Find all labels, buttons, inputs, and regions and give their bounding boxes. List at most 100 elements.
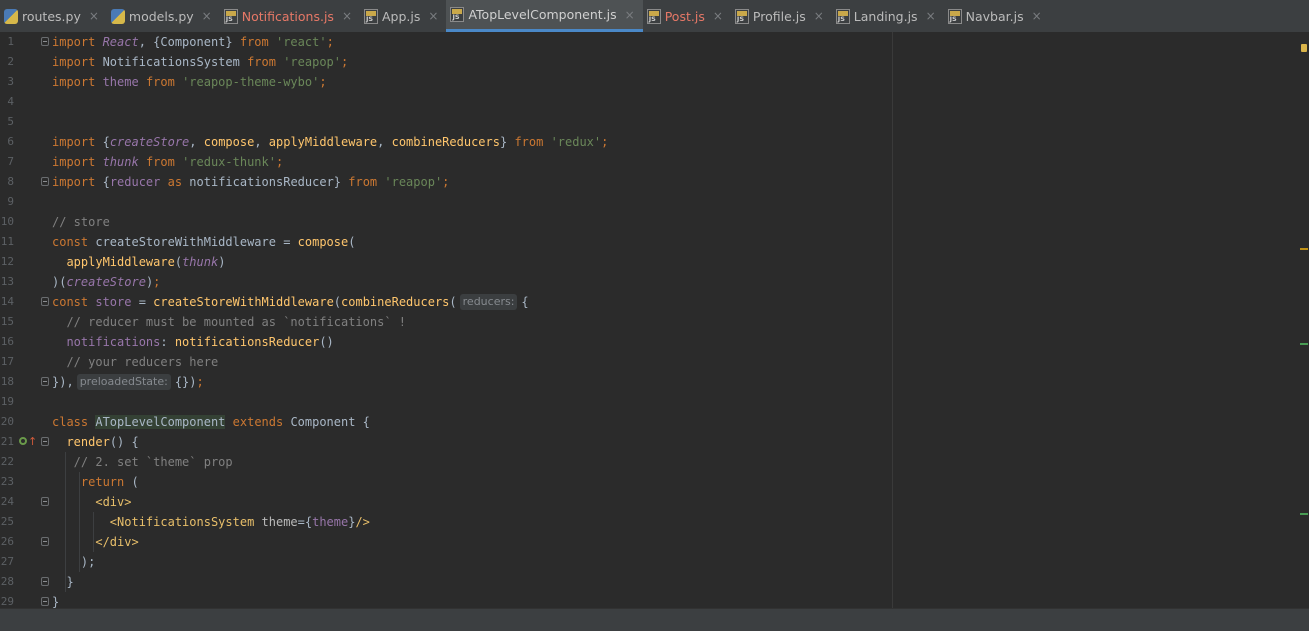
gutter-line[interactable]: 10	[0, 212, 52, 232]
fold-marker-icon[interactable]	[41, 577, 49, 586]
gutter-line[interactable]: 21 ↑	[0, 432, 52, 452]
fold-marker-icon[interactable]	[41, 437, 49, 446]
code-line[interactable]: import React, {Component} from 'react';	[52, 32, 334, 52]
close-icon[interactable]: ×	[625, 8, 635, 22]
inspection-status-icon[interactable]	[1301, 43, 1307, 52]
tab-landing-js[interactable]: Landing.js ×	[832, 0, 944, 32]
go-to-super-arrow-icon[interactable]: ↑	[28, 432, 37, 452]
tab-routes-py[interactable]: routes.py ×	[0, 0, 107, 32]
tab-profile-js[interactable]: Profile.js ×	[731, 0, 832, 32]
code-line[interactable]: const createStoreWithMiddleware = compos…	[52, 232, 355, 252]
code-line[interactable]: <NotificationsSystem theme={theme}/>	[52, 512, 370, 532]
line-number: 28	[0, 575, 14, 588]
gutter-line[interactable]: 28	[0, 572, 52, 592]
code-token: {	[521, 295, 529, 309]
close-icon[interactable]: ×	[342, 9, 352, 23]
code-token: from	[239, 35, 276, 49]
close-icon[interactable]: ×	[428, 9, 438, 23]
tab-app-js[interactable]: App.js ×	[360, 0, 446, 32]
code-token: ;	[196, 375, 204, 389]
code-line[interactable]: }), preloadedState: {});	[52, 372, 204, 392]
gutter-line[interactable]: 11	[0, 232, 52, 252]
tab-post-js[interactable]: Post.js ×	[643, 0, 731, 32]
fold-marker-icon[interactable]	[41, 497, 49, 506]
code-line[interactable]: import theme from 'reapop-theme-wybo';	[52, 72, 327, 92]
close-icon[interactable]: ×	[926, 9, 936, 23]
gutter-line[interactable]: 13	[0, 272, 52, 292]
close-icon[interactable]: ×	[814, 9, 824, 23]
close-icon[interactable]: ×	[1032, 9, 1042, 23]
override-method-icon[interactable]	[19, 437, 27, 445]
code-line[interactable]: // 2. set `theme` prop	[52, 452, 233, 472]
tab-atoplevelcomponent-js[interactable]: ATopLevelComponent.js ×	[446, 0, 643, 32]
close-icon[interactable]: ×	[713, 9, 723, 23]
gutter-line[interactable]: 24	[0, 492, 52, 512]
gutter-line[interactable]: 7	[0, 152, 52, 172]
gutter-line[interactable]: 2	[0, 52, 52, 72]
code-line[interactable]: // store	[52, 212, 110, 232]
fold-marker-icon[interactable]	[41, 537, 49, 546]
python-file-icon	[4, 8, 18, 24]
gutter-line[interactable]: 3	[0, 72, 52, 92]
tab-navbar-js[interactable]: Navbar.js ×	[944, 0, 1050, 32]
js-file-icon	[734, 8, 749, 24]
code-line[interactable]: applyMiddleware(thunk)	[52, 252, 225, 272]
code-token: ,	[254, 135, 269, 149]
gutter-line[interactable]: 5	[0, 112, 52, 132]
close-icon[interactable]: ×	[202, 9, 212, 23]
js-file-icon	[835, 8, 850, 24]
code-token: }	[52, 595, 60, 609]
code-token: </div>	[95, 535, 139, 549]
error-stripe-marker[interactable]	[1300, 248, 1308, 250]
gutter-line[interactable]: 17	[0, 352, 52, 372]
gutter-line[interactable]: 6	[0, 132, 52, 152]
code-line[interactable]: import {reducer as notificationsReducer}…	[52, 172, 449, 192]
gutter-line[interactable]: 26	[0, 532, 52, 552]
gutter-line[interactable]: 14	[0, 292, 52, 312]
gutter-line[interactable]: 15	[0, 312, 52, 332]
line-gutter[interactable]: 1 2 3 4 5 6 7 8 9 10 11 12 13 14 15 16 17 18 19 20 21 ↑ 22 23 24…	[0, 32, 52, 608]
gutter-line[interactable]: 9	[0, 192, 52, 212]
fold-marker-icon[interactable]	[41, 177, 49, 186]
gutter-line[interactable]: 19	[0, 392, 52, 412]
code-line[interactable]: notifications: notificationsReducer()	[52, 332, 333, 352]
code-area[interactable]: import React, {Component} from 'react'; i…	[52, 32, 892, 609]
fold-marker-icon[interactable]	[41, 297, 49, 306]
gutter-line[interactable]: 1	[0, 32, 52, 52]
code-line[interactable]: }	[52, 572, 73, 592]
fold-marker-icon[interactable]	[41, 377, 49, 386]
code-token: 'react'	[275, 35, 327, 49]
code-line[interactable]: import {createStore, compose, applyMiddl…	[52, 132, 608, 152]
error-stripe-marker[interactable]	[1300, 343, 1308, 346]
tab-notifications-js[interactable]: Notifications.js ×	[220, 0, 360, 32]
code-line[interactable]: )(createStore);	[52, 272, 160, 292]
fold-marker-icon[interactable]	[41, 597, 49, 606]
error-stripe-marker[interactable]	[1300, 512, 1308, 515]
code-line[interactable]: class ATopLevelComponent extends Compone…	[52, 412, 370, 432]
code-line[interactable]: import thunk from 'redux-thunk';	[52, 152, 283, 172]
code-editor[interactable]: 1 2 3 4 5 6 7 8 9 10 11 12 13 14 15 16 17 18 19 20 21 ↑ 22 23 24…	[0, 32, 1309, 609]
code-line[interactable]: import NotificationsSystem from 'reapop'…	[52, 52, 348, 72]
gutter-line[interactable]: 22	[0, 452, 52, 472]
code-line[interactable]: const store = createStoreWithMiddleware(…	[52, 292, 529, 312]
code-line[interactable]: render() {	[52, 432, 138, 452]
gutter-line[interactable]: 25	[0, 512, 52, 532]
code-line[interactable]: <div>	[52, 492, 131, 512]
gutter-line[interactable]: 18	[0, 372, 52, 392]
fold-marker-icon[interactable]	[41, 37, 49, 46]
code-line[interactable]: // reducer must be mounted as `notificat…	[52, 312, 406, 332]
code-line[interactable]: // your reducers here	[52, 352, 218, 372]
code-token: // your reducers here	[52, 355, 219, 369]
error-stripe[interactable]	[1297, 32, 1309, 608]
gutter-line[interactable]: 4	[0, 92, 52, 112]
gutter-line[interactable]: 8	[0, 172, 52, 192]
code-token: (	[449, 295, 457, 309]
gutter-line[interactable]: 16	[0, 332, 52, 352]
code-line[interactable]: );	[52, 552, 95, 572]
gutter-line[interactable]: 27	[0, 552, 52, 572]
gutter-line[interactable]: 12	[0, 252, 52, 272]
close-icon[interactable]: ×	[89, 9, 99, 23]
gutter-line[interactable]: 23	[0, 472, 52, 492]
gutter-line[interactable]: 20	[0, 412, 52, 432]
tab-models-py[interactable]: models.py ×	[107, 0, 220, 32]
